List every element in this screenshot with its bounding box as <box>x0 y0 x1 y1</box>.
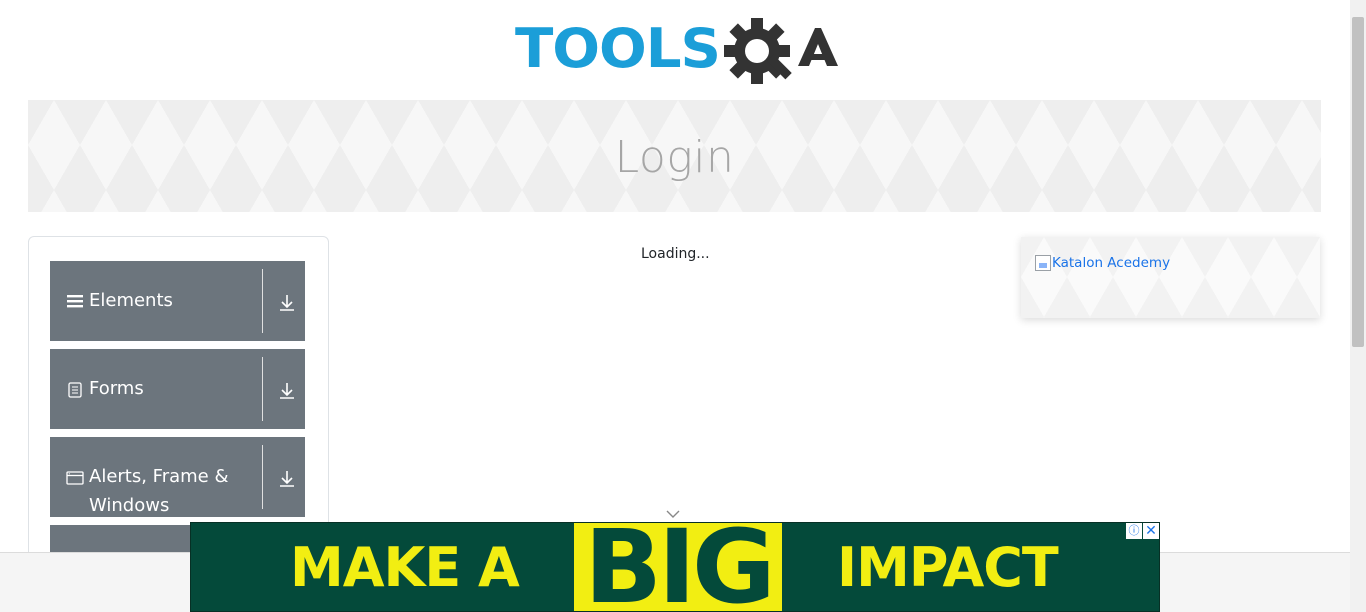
chevron-down-icon[interactable] <box>666 510 680 518</box>
katalon-ad-alt-text: Katalon Acedemy <box>1052 255 1171 271</box>
vertical-scrollbar[interactable] <box>1350 0 1366 612</box>
download-arrow-icon[interactable] <box>278 382 296 400</box>
divider <box>262 269 263 333</box>
broken-image-icon <box>1035 255 1051 271</box>
katalon-ad-link[interactable]: Katalon Acedemy <box>1035 255 1170 271</box>
ad-close-icon[interactable]: ✕ <box>1143 523 1159 539</box>
page: TOOLS QA <box>0 0 1366 612</box>
nav-group-label: Elements <box>89 290 173 311</box>
ad-info-icon[interactable]: ⓘ <box>1126 523 1142 539</box>
bottom-ad-banner[interactable]: MAKE A BIG IMPACT ⓘ ✕ <box>190 522 1160 612</box>
download-arrow-icon[interactable] <box>278 470 296 488</box>
window-icon <box>66 471 84 485</box>
gear-icon <box>724 18 792 84</box>
document-icon <box>68 382 82 398</box>
nav-group-elements[interactable]: Elements <box>50 261 305 341</box>
toolsqa-logo[interactable]: TOOLS QA <box>515 14 840 94</box>
loading-text: Loading... <box>641 246 710 262</box>
nav-group-label: Forms <box>89 378 144 399</box>
ad-text-right: IMPACT <box>837 536 1059 599</box>
download-arrow-icon[interactable] <box>278 294 296 312</box>
logo-text-tools: TOOLS <box>515 17 720 80</box>
divider <box>262 445 263 509</box>
divider <box>262 357 263 421</box>
page-header-banner: Login <box>28 100 1321 212</box>
page-title: Login <box>614 131 735 183</box>
ad-text-big: BIG <box>584 522 775 612</box>
katalon-ad[interactable]: Katalon Acedemy <box>1021 237 1320 318</box>
left-nav-panel: Elements Forms Alerts, Frame & Windows <box>28 236 329 566</box>
scrollbar-thumb[interactable] <box>1352 17 1364 347</box>
ad-text-left: MAKE A <box>290 536 520 599</box>
hamburger-icon <box>67 295 83 308</box>
nav-group-forms[interactable]: Forms <box>50 349 305 429</box>
nav-group-alerts-frame-windows[interactable]: Alerts, Frame & Windows <box>50 437 305 517</box>
nav-group-label: Alerts, Frame & Windows <box>89 466 229 516</box>
